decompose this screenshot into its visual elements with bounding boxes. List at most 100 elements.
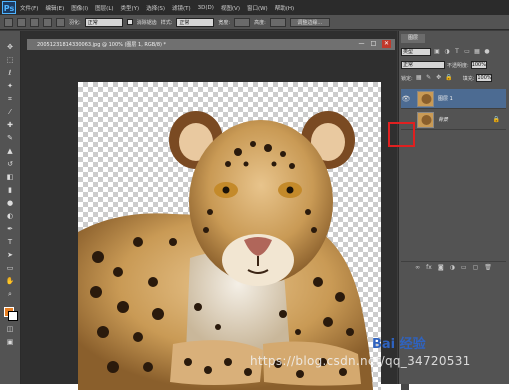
menu-image[interactable]: 图像(I)	[71, 4, 88, 12]
width-label: 宽度:	[218, 19, 231, 26]
close-button[interactable]: ✕	[382, 40, 391, 48]
lock-label: 锁定:	[401, 75, 413, 82]
options-bar: 羽化: 正常 消除锯齿 样式: 正常 宽度: 高度: 调整边缘...	[0, 15, 509, 30]
move-tool-icon[interactable]: ✥	[4, 43, 16, 52]
lasso-tool-icon[interactable]: ℓ	[4, 69, 16, 78]
lock-all-icon[interactable]: 🔒	[445, 74, 453, 82]
menu-edit[interactable]: 编辑(E)	[45, 4, 64, 12]
tab-layers[interactable]: 图层	[401, 34, 425, 43]
layers-panel: 图层 类型 ▣ ◑ T ▭ ▦ ● 正常 不透明度: 100% 锁定: ▦ ✎ …	[398, 31, 509, 384]
group-icon[interactable]: ▭	[461, 264, 467, 271]
minimize-button[interactable]: —	[357, 40, 366, 48]
antialias-label: 消除锯齿	[136, 19, 157, 26]
quick-mask-icon[interactable]: ◫	[4, 325, 16, 334]
width-input[interactable]	[234, 17, 251, 27]
add-selection-button[interactable]	[30, 17, 39, 27]
menu-layer[interactable]: 图层(L)	[95, 4, 113, 12]
url-watermark: https://blog.csdn.net/qq_34720531	[250, 354, 471, 368]
eraser-tool-icon[interactable]: ◧	[4, 173, 16, 182]
layer-name[interactable]: 背景	[438, 116, 448, 123]
stamp-tool-icon[interactable]: ▲	[4, 147, 16, 156]
menu-select[interactable]: 选择(S)	[146, 4, 165, 12]
new-selection-button[interactable]	[17, 17, 26, 27]
link-icon[interactable]: ∞	[415, 264, 420, 271]
hand-tool-icon[interactable]: ✋	[4, 277, 16, 286]
menu-file[interactable]: 文件(F)	[20, 4, 38, 12]
document-tab[interactable]: 20051231814330063.jpg @ 100% (图层 1, RGB/…	[27, 39, 395, 50]
layer-row-background[interactable]: 背景 🔒	[401, 110, 506, 130]
layers-panel-footer: ∞ fx ◙ ◑ ▭ ▢ 🗑	[401, 261, 506, 272]
menu-window[interactable]: 窗口(W)	[247, 4, 268, 12]
marquee-tool-icon[interactable]: ⬚	[4, 56, 16, 65]
refine-edge-button[interactable]: 调整边缘...	[289, 17, 330, 27]
crop-tool-icon[interactable]: ⌗	[4, 95, 16, 104]
style-select[interactable]: 正常	[176, 17, 215, 27]
filter-smart-icon[interactable]: ▦	[473, 48, 481, 56]
shape-tool-icon[interactable]: ▭	[4, 264, 16, 273]
leopard-image	[78, 111, 373, 390]
filter-pixel-icon[interactable]: ▣	[433, 48, 441, 56]
zoom-tool-icon[interactable]: ⌕	[4, 290, 16, 299]
image-canvas[interactable]	[78, 82, 381, 390]
lock-row: 锁定: ▦ ✎ ✥ 🔒 填充: 100%	[401, 73, 493, 83]
blend-mode-select[interactable]: 正常	[401, 61, 445, 69]
screen-mode-icon[interactable]: ▣	[4, 338, 16, 347]
layer-filter-row: 类型 ▣ ◑ T ▭ ▦ ●	[401, 47, 491, 57]
new-layer-icon[interactable]: ▢	[473, 264, 479, 271]
photoshop-window: Ps 文件(F) 编辑(E) 图像(I) 图层(L) 类型(Y) 选择(S) 滤…	[0, 0, 509, 390]
subtract-selection-button[interactable]	[43, 17, 52, 27]
path-select-tool-icon[interactable]: ➤	[4, 251, 16, 260]
style-label: 样式:	[160, 19, 173, 26]
photoshop-logo: Ps	[2, 1, 16, 14]
gradient-tool-icon[interactable]: ▮	[4, 186, 16, 195]
maximize-button[interactable]: □	[369, 40, 378, 48]
brush-tool-icon[interactable]: ✎	[4, 134, 16, 143]
background-color-swatch[interactable]	[8, 311, 18, 321]
fx-icon[interactable]: fx	[426, 264, 432, 271]
document-title: 20051231814330063.jpg @ 100% (图层 1, RGB/…	[37, 42, 167, 48]
lock-position-icon[interactable]: ✥	[435, 74, 443, 82]
menu-3d[interactable]: 3D(D)	[198, 5, 214, 11]
layer-row-1[interactable]: 👁 图层 1	[401, 89, 506, 109]
height-input[interactable]	[269, 17, 286, 27]
menu-filter[interactable]: 滤镜(T)	[172, 4, 191, 12]
menu-help[interactable]: 帮助(H)	[275, 4, 294, 12]
healing-tool-icon[interactable]: ✚	[4, 121, 16, 130]
eye-icon[interactable]: 👁	[401, 94, 411, 104]
feather-select[interactable]: 正常	[84, 17, 123, 27]
adjustment-icon[interactable]: ◑	[450, 264, 455, 271]
trash-icon[interactable]: 🗑	[484, 264, 492, 271]
blur-tool-icon[interactable]: ●	[4, 199, 16, 208]
history-brush-tool-icon[interactable]: ↺	[4, 160, 16, 169]
antialias-checkbox[interactable]	[126, 19, 133, 25]
opacity-input[interactable]: 100%	[470, 61, 487, 69]
filter-type-icon[interactable]: T	[453, 48, 461, 56]
baidu-watermark: Bai 经验	[372, 337, 426, 352]
dodge-tool-icon[interactable]: ◐	[4, 212, 16, 221]
filter-shape-icon[interactable]: ▭	[463, 48, 471, 56]
mask-icon[interactable]: ◙	[438, 264, 444, 271]
layer-kind-select[interactable]: 类型	[401, 48, 431, 56]
height-label: 高度:	[254, 19, 266, 26]
menu-type[interactable]: 类型(Y)	[121, 4, 140, 12]
highlight-annotation	[388, 122, 415, 147]
filter-adjust-icon[interactable]: ◑	[443, 48, 451, 56]
intersect-selection-button[interactable]	[56, 17, 65, 27]
filter-toggle-icon[interactable]: ●	[483, 48, 491, 56]
lock-pixels-icon[interactable]: ✎	[425, 74, 433, 82]
leopard-thumbnail-icon	[418, 91, 433, 106]
tool-preset-button[interactable]	[4, 17, 13, 27]
lock-transparent-icon[interactable]: ▦	[415, 74, 423, 82]
type-tool-icon[interactable]: T	[4, 238, 16, 247]
menu-view[interactable]: 视图(V)	[221, 4, 240, 12]
layer-name[interactable]: 图层 1	[438, 95, 453, 102]
fill-input[interactable]: 100%	[476, 74, 493, 82]
pen-tool-icon[interactable]: ✒	[4, 225, 16, 234]
magic-wand-tool-icon[interactable]: ✦	[4, 82, 16, 91]
blend-row: 正常 不透明度: 100%	[401, 60, 487, 70]
layer-thumbnail	[417, 111, 434, 128]
feather-label: 羽化:	[69, 19, 81, 26]
document-area: 20051231814330063.jpg @ 100% (图层 1, RGB/…	[21, 31, 409, 390]
leopard-thumbnail-icon	[418, 112, 433, 127]
eyedropper-tool-icon[interactable]: ⁄	[4, 108, 16, 117]
